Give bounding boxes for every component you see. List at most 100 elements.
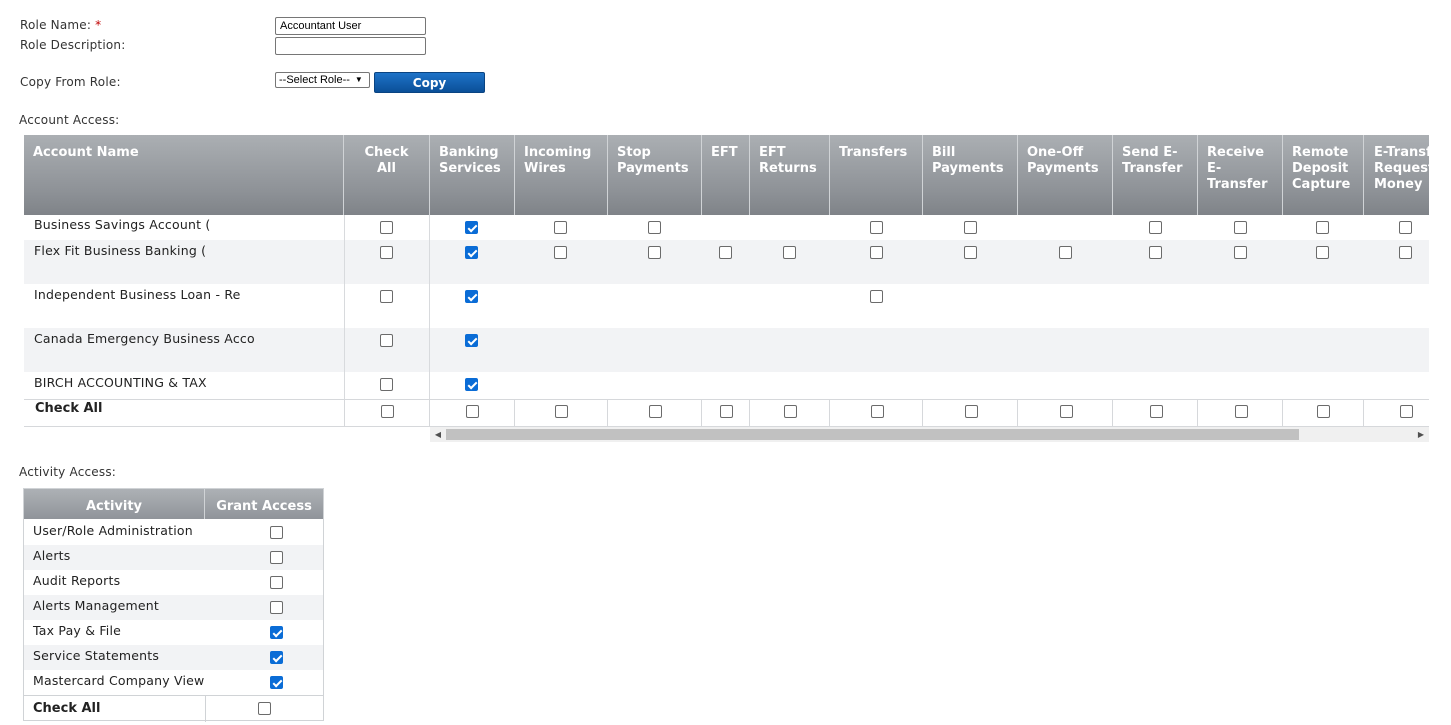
check-all-checkbox-one-off-payments[interactable] [1060,405,1073,418]
checkbox-transfers[interactable] [870,246,883,259]
checkbox-stop-payments[interactable] [648,246,661,259]
checkbox-incoming-wires[interactable] [554,221,567,234]
grant-access-checkbox[interactable] [270,651,283,664]
checkbox-remote-deposit-capture[interactable] [1316,246,1329,259]
column-divider [829,399,830,427]
activity-check-all-row: Check All [24,695,323,722]
check-all-checkbox-remote-deposit-capture[interactable] [1317,405,1330,418]
col-header-send-e-transfer: Send E-Transfer [1113,135,1198,215]
checkbox-check-all[interactable] [380,246,393,259]
checkbox-banking-services[interactable] [465,334,478,347]
checkbox-receive-e-transfer[interactable] [1234,246,1247,259]
grant-access-checkbox[interactable] [270,676,283,689]
grant-access-checkbox[interactable] [270,626,283,639]
copy-from-role-select[interactable]: --Select Role-- ▼ [275,72,370,88]
checkbox-bill-payments[interactable] [964,246,977,259]
activity-access-label: Activity Access: [19,465,117,479]
checkbox-eft[interactable] [719,246,732,259]
activity-check-all-checkbox[interactable] [258,702,271,715]
column-divider [607,399,608,427]
checkbox-check-all[interactable] [380,378,393,391]
grant-access-checkbox[interactable] [270,576,283,589]
horizontal-scrollbar[interactable]: ◀ ▶ [430,427,1429,442]
check-all-checkbox-check-all[interactable] [381,405,394,418]
checkbox-e-transfer-request-money[interactable] [1399,221,1412,234]
check-all-checkbox-stop-payments[interactable] [649,405,662,418]
col-header-check-all: Check All [344,135,430,215]
column-divider [344,399,345,427]
checkbox-banking-services[interactable] [465,378,478,391]
scrollbar-thumb[interactable] [446,429,1299,440]
checkbox-check-all[interactable] [380,221,393,234]
checkbox-banking-services[interactable] [465,290,478,303]
check-all-checkbox-banking-services[interactable] [466,405,479,418]
checkbox-bill-payments[interactable] [964,221,977,234]
checkbox-banking-services[interactable] [465,221,478,234]
col-header-eft: EFT [702,135,750,215]
activity-name: Alerts [33,548,71,563]
col-header-eft-returns: EFT Returns [750,135,830,215]
checkbox-receive-e-transfer[interactable] [1234,221,1247,234]
grant-access-checkbox[interactable] [270,551,283,564]
check-all-checkbox-e-transfer-request-money[interactable] [1400,405,1413,418]
check-all-checkbox-eft-returns[interactable] [784,405,797,418]
activity-name: Tax Pay & File [33,623,122,638]
check-all-checkbox-receive-e-transfer[interactable] [1235,405,1248,418]
role-name-input[interactable]: Accountant User [275,17,426,35]
activity-name: Alerts Management [33,598,159,613]
activity-row: Audit Reports [24,570,323,595]
checkbox-transfers[interactable] [870,221,883,234]
column-divider [1112,399,1113,427]
checkbox-incoming-wires[interactable] [554,246,567,259]
check-all-checkbox-eft[interactable] [720,405,733,418]
activity-row: User/Role Administration [24,520,323,545]
check-all-checkbox-bill-payments[interactable] [965,405,978,418]
checkbox-one-off-payments[interactable] [1059,246,1072,259]
col-header-remote-deposit-capture: Remote Deposit Capture [1283,135,1364,215]
checkbox-eft-returns[interactable] [783,246,796,259]
col-header-account-name: Account Name [24,135,344,215]
copy-from-role-selected: --Select Role-- [279,74,350,86]
activity-name: Service Statements [33,648,160,663]
role-name-label: Role Name: * [20,18,102,32]
activity-row: Mastercard Company View [24,670,323,695]
checkbox-check-all[interactable] [380,290,393,303]
activity-row: Service Statements [24,645,323,670]
account-name-emergency-business: Canada Emergency Business Acco [34,331,255,346]
account-name-flex-fit: Flex Fit Business Banking ( [34,243,207,258]
checkbox-transfers[interactable] [870,290,883,303]
activity-row: Tax Pay & File [24,620,323,645]
copy-button[interactable]: Copy [374,72,485,93]
activity-name: User/Role Administration [33,523,193,538]
col-header-one-off-payments: One-Off Payments [1018,135,1113,215]
col-header-e-transfer-request-money: E-Transfer Request Money [1364,135,1429,215]
checkbox-send-e-transfer[interactable] [1149,221,1162,234]
column-divider [701,399,702,427]
activity-row: Alerts Management [24,595,323,620]
check-all-row-label: Check All [35,401,103,416]
checkbox-e-transfer-request-money[interactable] [1399,246,1412,259]
column-divider [429,399,430,427]
column-divider [1363,399,1364,427]
checkbox-banking-services[interactable] [465,246,478,259]
copy-from-role-label: Copy From Role: [20,75,121,89]
checkbox-remote-deposit-capture[interactable] [1316,221,1329,234]
checkbox-check-all[interactable] [380,334,393,347]
checkbox-send-e-transfer[interactable] [1149,246,1162,259]
check-all-checkbox-transfers[interactable] [871,405,884,418]
check-all-checkbox-send-e-transfer[interactable] [1150,405,1163,418]
activity-check-all-label: Check All [33,701,101,716]
grant-access-checkbox[interactable] [270,601,283,614]
activity-row: Alerts [24,545,323,570]
role-description-input[interactable] [275,37,426,55]
chevron-down-icon: ▼ [354,75,363,84]
check-all-checkbox-incoming-wires[interactable] [555,405,568,418]
column-divider [749,399,750,427]
scroll-left-icon[interactable]: ◀ [431,428,445,441]
scroll-right-icon[interactable]: ▶ [1414,428,1428,441]
checkbox-stop-payments[interactable] [648,221,661,234]
account-name-business-savings: Business Savings Account ( [34,217,211,232]
column-divider [514,399,515,427]
grant-access-checkbox[interactable] [270,526,283,539]
table-row-bg [24,372,1429,399]
